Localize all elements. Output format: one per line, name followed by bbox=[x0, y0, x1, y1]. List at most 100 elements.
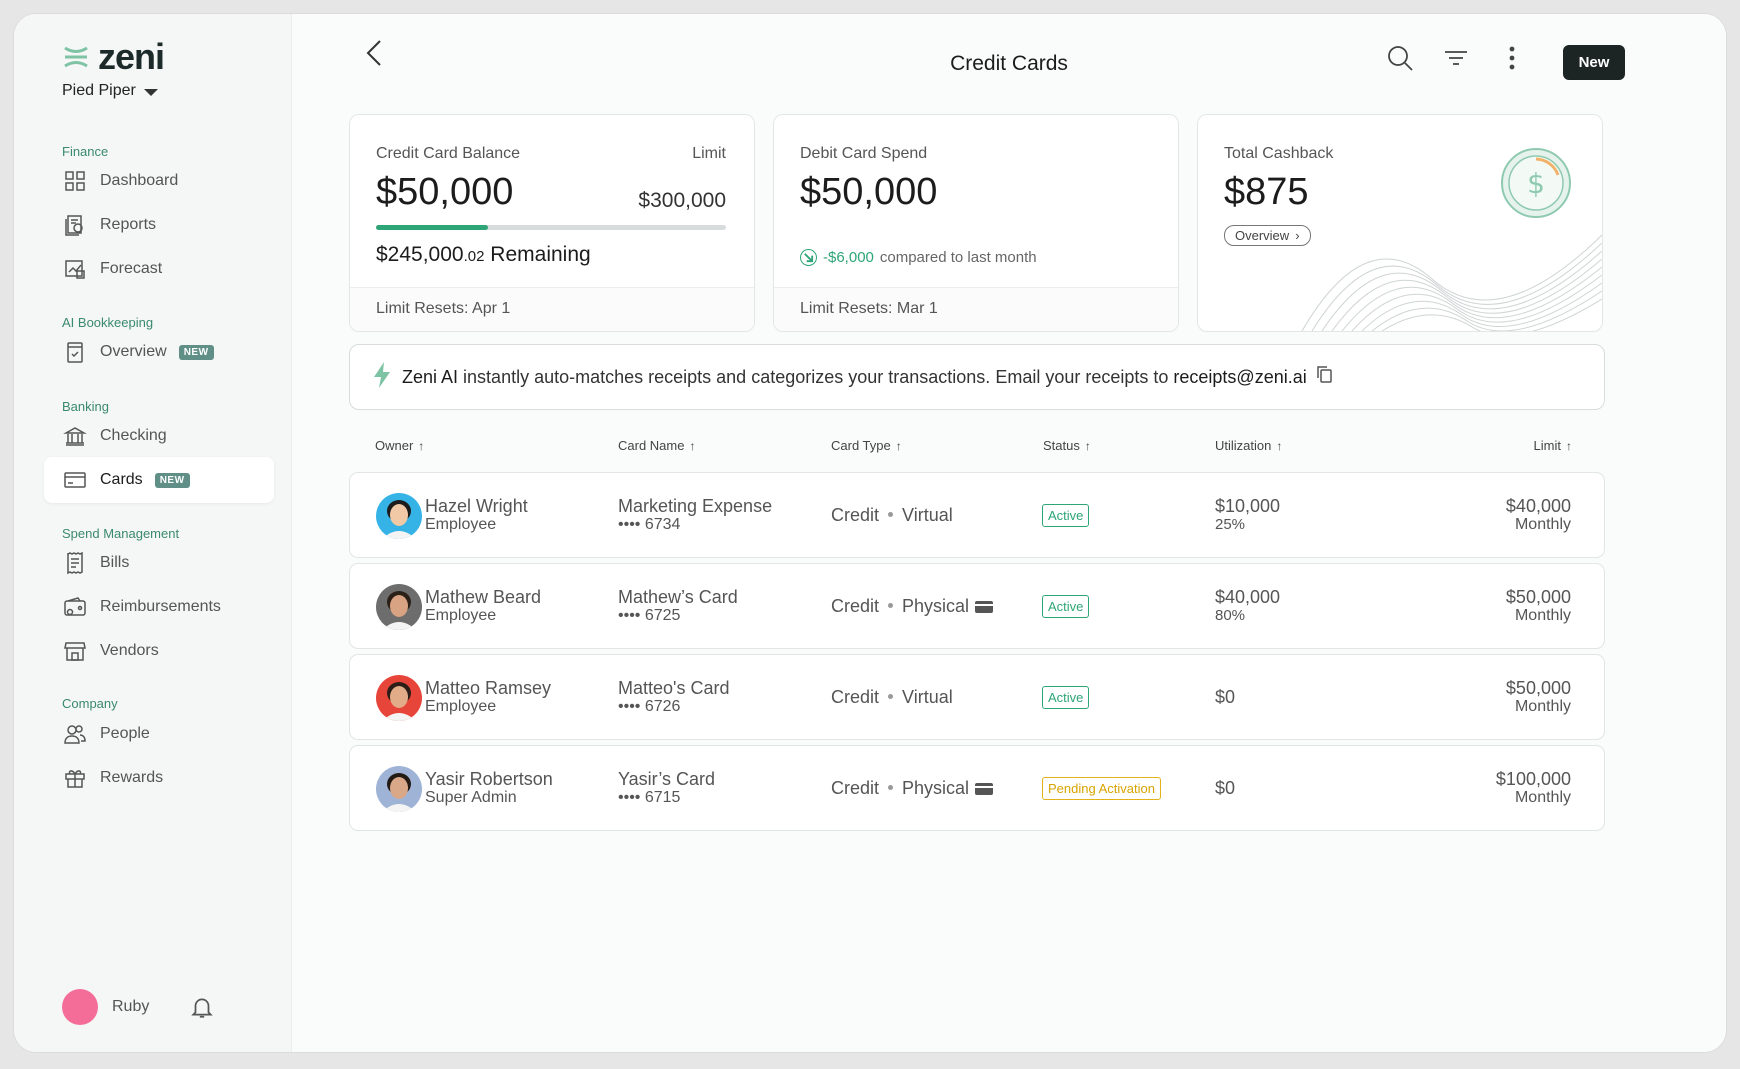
limit-cell: $50,000 Monthly bbox=[1506, 564, 1571, 648]
sidebar-item-vendors[interactable]: Vendors bbox=[44, 628, 274, 674]
card-last4: •••• 6734 bbox=[618, 516, 681, 533]
org-switcher[interactable]: Pied Piper bbox=[62, 82, 158, 100]
avatar[interactable] bbox=[62, 989, 98, 1025]
table-row[interactable]: Matteo Ramsey Employee Matteo's Card •••… bbox=[349, 654, 1605, 740]
zeni-logo[interactable]: zeni bbox=[62, 36, 165, 78]
status-badge: Pending Activation bbox=[1042, 776, 1161, 800]
owner-role: Employee bbox=[425, 516, 497, 533]
remaining-cents: .02 bbox=[463, 248, 485, 265]
utilization-cell: $0 bbox=[1215, 746, 1235, 830]
card-name: Yasir’s Card bbox=[618, 769, 716, 789]
owner-name: Mathew Beard bbox=[425, 587, 542, 607]
cashback-value: $875 bbox=[1224, 171, 1309, 213]
table-row[interactable]: Yasir Robertson Super Admin Yasir’s Card… bbox=[349, 745, 1605, 831]
limit-cell: $40,000 Monthly bbox=[1506, 473, 1571, 557]
card-name-cell: Mathew’s Card •••• 6725 bbox=[618, 564, 738, 648]
person-avatar-icon bbox=[376, 675, 422, 721]
card-kind: Credit bbox=[831, 505, 880, 525]
section-label-finance: Finance bbox=[62, 144, 109, 159]
sidebar-item-forecast[interactable]: Forecast bbox=[44, 246, 274, 292]
column-card-name[interactable]: Card Name ↑ bbox=[618, 438, 695, 453]
card-label: Debit Card Spend bbox=[800, 145, 928, 162]
dollar-coin-icon: $ bbox=[1501, 148, 1571, 218]
status-cell: Active bbox=[1042, 564, 1090, 648]
avatar bbox=[376, 584, 422, 630]
sort-up-icon: ↑ bbox=[895, 438, 902, 453]
utilization-amount: $0 bbox=[1215, 687, 1236, 707]
avatar bbox=[376, 766, 422, 812]
debit-value: $50,000 bbox=[800, 171, 938, 213]
column-label: Status bbox=[1043, 438, 1080, 453]
card-name: Marketing Expense bbox=[618, 496, 773, 516]
card-form: Physical bbox=[902, 596, 970, 616]
column-utilization[interactable]: Utilization ↑ bbox=[1215, 438, 1282, 453]
bell-icon[interactable] bbox=[189, 994, 215, 1020]
card-type: Credit Physical bbox=[831, 596, 994, 616]
sidebar-item-rewards[interactable]: Rewards bbox=[44, 755, 274, 801]
banner-message: Zeni AI instantly auto-matches receipts … bbox=[402, 367, 1307, 388]
card-form: Physical bbox=[902, 778, 970, 798]
reports-icon bbox=[62, 212, 88, 238]
card-type-cell: Credit Virtual bbox=[831, 473, 953, 557]
owner-name: Matteo Ramsey bbox=[425, 678, 552, 698]
logo-text: zeni bbox=[98, 36, 165, 77]
sidebar-item-label: People bbox=[100, 725, 150, 742]
sidebar-item-reports[interactable]: Reports bbox=[44, 202, 274, 248]
sidebar-item-people[interactable]: People bbox=[44, 711, 274, 757]
more-vertical-icon[interactable] bbox=[1498, 44, 1526, 77]
svg-text:$: $ bbox=[1527, 167, 1545, 200]
banner-email[interactable]: receipts@zeni.ai bbox=[1173, 367, 1306, 387]
column-owner[interactable]: Owner ↑ bbox=[375, 438, 424, 453]
app-window: zeni Pied Piper Finance Dashboard Report… bbox=[14, 14, 1726, 1052]
column-label: Limit bbox=[1533, 438, 1561, 453]
owner-cell: Hazel Wright Employee bbox=[425, 473, 528, 557]
column-card-type[interactable]: Card Type ↑ bbox=[831, 438, 902, 453]
filter-icon[interactable] bbox=[1442, 44, 1470, 77]
new-badge: NEW bbox=[178, 344, 214, 360]
owner-name: Yasir Robertson bbox=[425, 769, 553, 789]
sidebar-item-dashboard[interactable]: Dashboard bbox=[44, 158, 274, 204]
column-status[interactable]: Status ↑ bbox=[1043, 438, 1091, 453]
sidebar-item-bills[interactable]: Bills bbox=[44, 540, 274, 586]
user-name[interactable]: Ruby bbox=[112, 998, 149, 1016]
card-name-cell: Marketing Expense •••• 6734 bbox=[618, 473, 772, 557]
sidebar-item-overview[interactable]: Overview NEW bbox=[44, 329, 274, 375]
separator-dot bbox=[888, 602, 894, 608]
sidebar-item-reimbursements[interactable]: Reimbursements bbox=[44, 584, 274, 630]
table-row[interactable]: Mathew Beard Employee Mathew’s Card ••••… bbox=[349, 563, 1605, 649]
copy-icon[interactable] bbox=[1317, 366, 1332, 388]
owner-name: Hazel Wright bbox=[425, 496, 528, 516]
gift-icon bbox=[62, 765, 88, 791]
search-icon[interactable] bbox=[1386, 44, 1414, 77]
card-footer: Limit Resets: Apr 1 bbox=[350, 287, 754, 331]
decorative-waves bbox=[1301, 234, 1602, 331]
toolbar-icons bbox=[1386, 44, 1526, 77]
new-button[interactable]: New bbox=[1563, 45, 1625, 80]
card-type: Credit Physical bbox=[831, 778, 994, 798]
column-label: Card Name bbox=[618, 438, 685, 453]
section-label-company: Company bbox=[62, 696, 118, 711]
card-type-cell: Credit Physical bbox=[831, 564, 994, 648]
balance-progress-bar bbox=[376, 225, 726, 230]
sidebar-item-cards[interactable]: Cards NEW bbox=[44, 457, 274, 503]
avatar bbox=[376, 493, 422, 539]
person-avatar-icon bbox=[376, 493, 422, 539]
sidebar-item-checking[interactable]: Checking bbox=[44, 413, 274, 459]
table-row[interactable]: Hazel Wright Employee Marketing Expense … bbox=[349, 472, 1605, 558]
limit-amount: $40,000 bbox=[1505, 496, 1571, 516]
sidebar-item-label: Forecast bbox=[100, 260, 163, 277]
limit-label: Limit bbox=[692, 145, 726, 162]
limit-period: Monthly bbox=[1514, 789, 1571, 806]
utilization-percent: 80% bbox=[1215, 607, 1246, 624]
column-label: Utilization bbox=[1215, 438, 1272, 453]
limit-cell: $100,000 Monthly bbox=[1496, 746, 1571, 830]
sidebar-item-label: Overview bbox=[100, 343, 167, 360]
caret-down-icon bbox=[143, 88, 158, 96]
separator-dot bbox=[888, 784, 894, 790]
card-type: Credit Virtual bbox=[831, 505, 953, 525]
column-limit[interactable]: Limit ↑ bbox=[1534, 438, 1572, 453]
section-label-banking: Banking bbox=[62, 399, 109, 414]
forecast-icon bbox=[62, 256, 88, 282]
limit-amount: $100,000 bbox=[1495, 769, 1571, 789]
debit-spend-card: Debit Card Spend $50,000 -$6,000 compare… bbox=[773, 114, 1179, 332]
